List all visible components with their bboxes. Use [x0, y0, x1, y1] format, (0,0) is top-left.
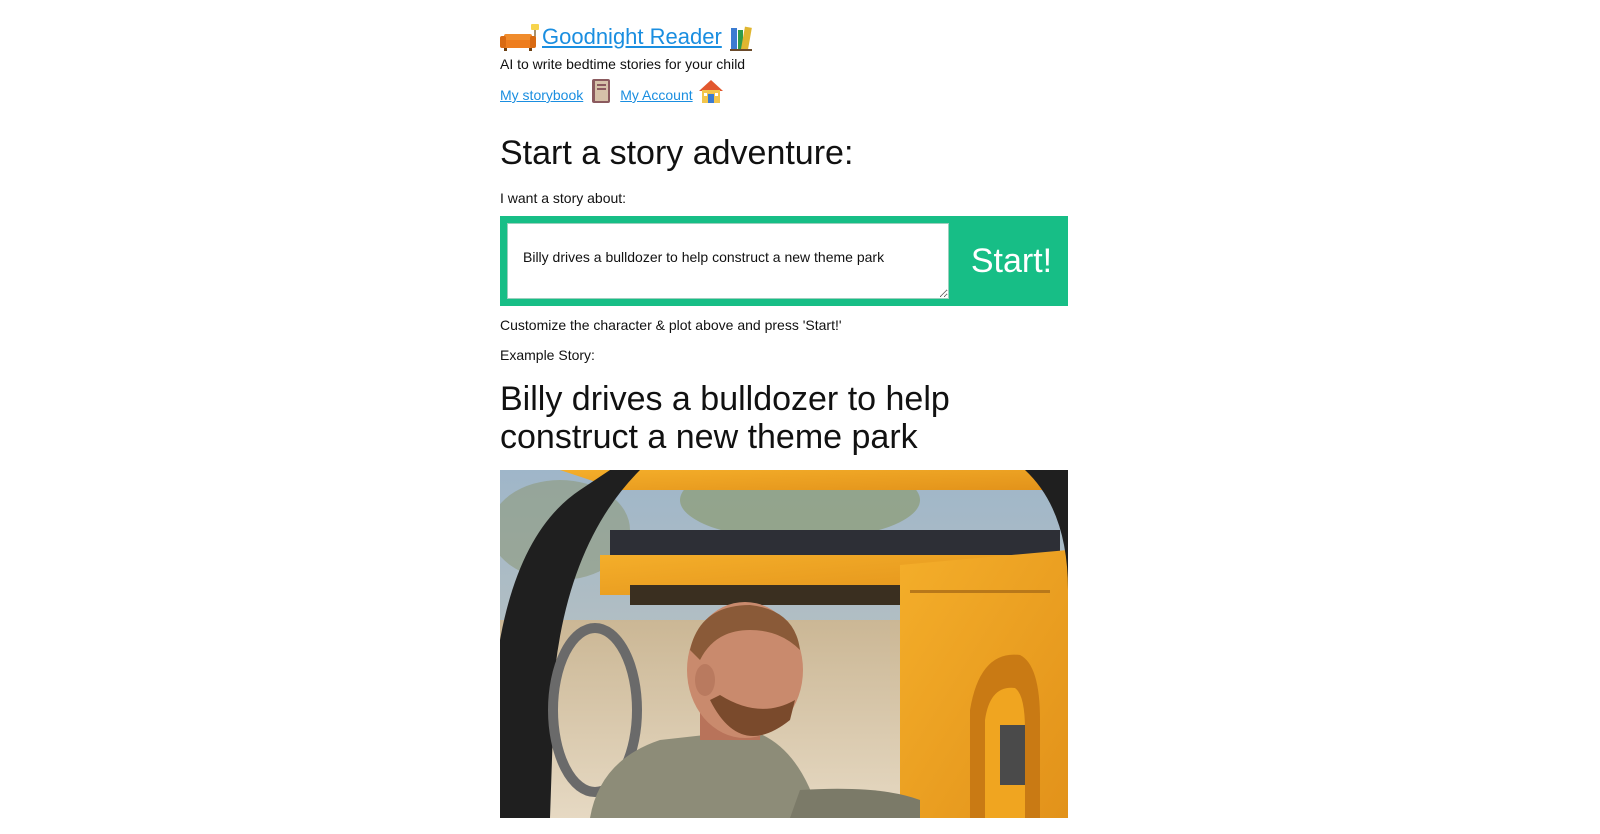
book-icon — [587, 78, 615, 104]
nav-link-label: My storybook — [500, 87, 584, 103]
story-input[interactable]: Billy drives a bulldozer to help constru… — [507, 223, 949, 299]
example-story-label: Example Story: — [500, 347, 595, 363]
page-title: Start a story adventure: — [500, 134, 854, 172]
house-icon — [697, 78, 725, 104]
nav-link-label: My Account — [620, 87, 693, 103]
story-illustration — [500, 470, 1068, 818]
example-story-title: Billy drives a bulldozer to help constru… — [500, 380, 950, 456]
nav-link-my-account[interactable]: My Account — [620, 78, 724, 104]
couch-lamp-icon — [500, 22, 542, 52]
nav-link-my-storybook[interactable]: My storybook — [500, 78, 615, 104]
books-icon — [728, 24, 756, 52]
tagline: AI to write bedtime stories for your chi… — [500, 56, 746, 72]
hint-text: Customize the character & plot above and… — [500, 317, 842, 333]
nav-bar: My storybook My Account — [500, 76, 725, 104]
start-button[interactable]: Start! — [955, 216, 1068, 306]
story-prompt-label: I want a story about: — [500, 190, 627, 206]
brand-link[interactable]: Goodnight Reader — [542, 22, 722, 52]
brand-row: Goodnight Reader — [500, 22, 756, 52]
story-form: Billy drives a bulldozer to help constru… — [500, 216, 1068, 306]
